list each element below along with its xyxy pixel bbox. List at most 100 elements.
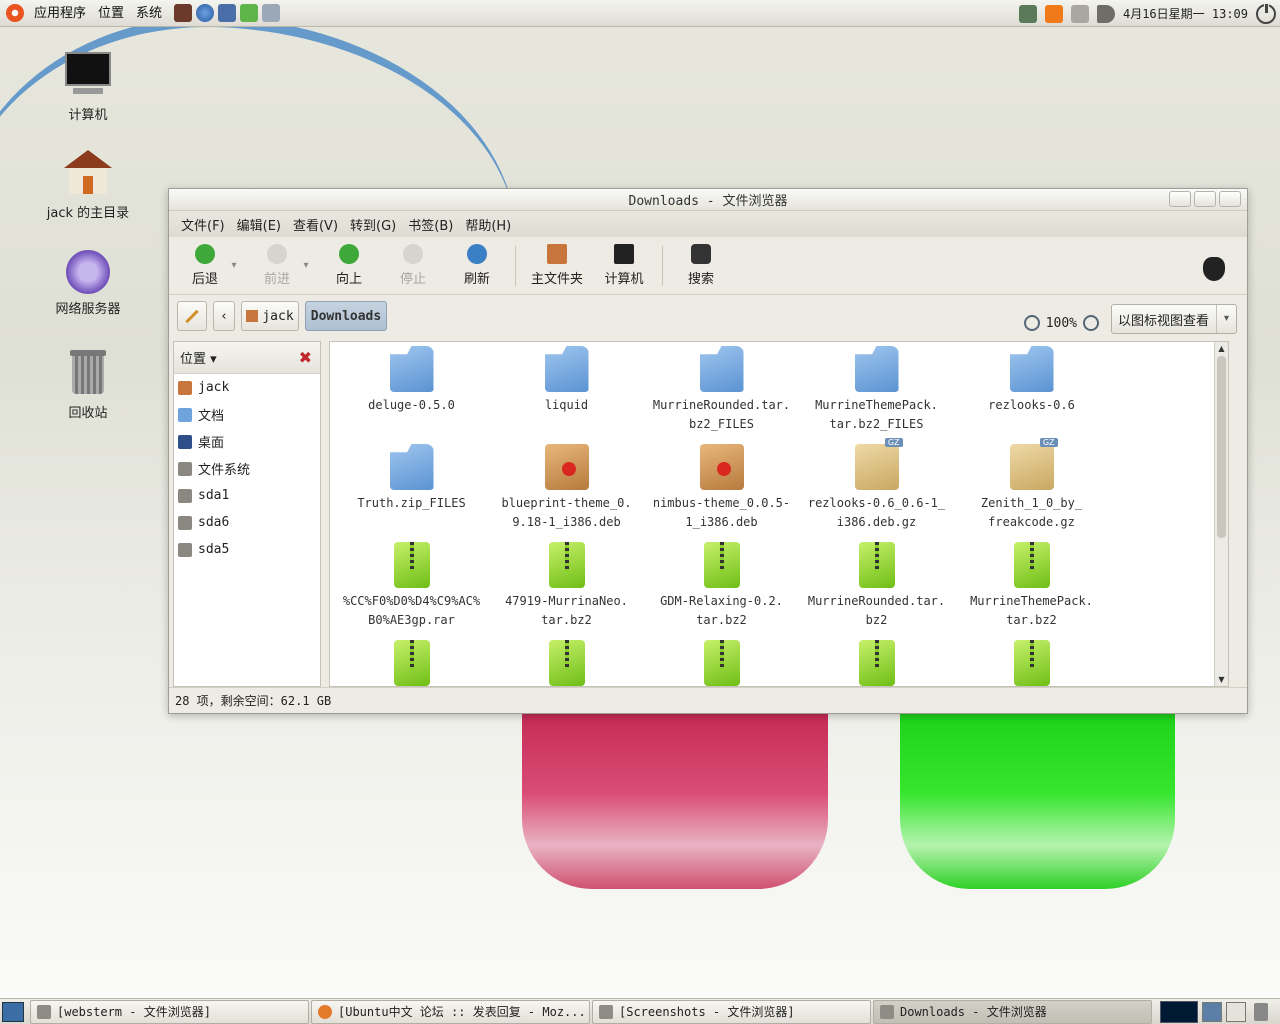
workspace-1[interactable] <box>1202 1001 1222 1022</box>
drive-icon <box>178 542 192 557</box>
folder-icon <box>389 346 434 392</box>
terminal-launcher-icon[interactable] <box>174 4 193 22</box>
home-folder-button[interactable]: 主文件夹 <box>522 244 592 287</box>
music-launcher-icon[interactable] <box>240 4 259 22</box>
file-item[interactable] <box>799 640 954 686</box>
sidebar-item-sda6[interactable]: sda6 <box>174 509 320 536</box>
path-scroll-left-button[interactable]: ‹ <box>213 301 235 331</box>
back-history-dropdown[interactable]: ▾ <box>227 260 241 271</box>
file-item[interactable]: Zenith_1_0_by_ freakcode.gz <box>954 438 1109 532</box>
search-button[interactable]: 搜索 <box>669 244 733 287</box>
chevron-down-icon: ▾ <box>210 352 217 367</box>
file-item[interactable]: liquid <box>489 346 644 415</box>
file-item[interactable] <box>489 640 644 686</box>
volume-icon[interactable] <box>1096 4 1115 23</box>
sidebar-item-filesystem[interactable]: 文件系统 <box>174 455 320 482</box>
trash-applet-icon[interactable] <box>1254 1002 1268 1021</box>
file-item[interactable]: MurrineThemePack. tar.bz2 <box>954 542 1109 630</box>
browser-launcher-icon[interactable] <box>196 4 215 22</box>
taskbar-item-downloads[interactable]: Downloads - 文件浏览器 <box>873 999 1152 1024</box>
file-item[interactable]: Truth.zip_FILES <box>334 444 489 513</box>
minimize-button[interactable] <box>1169 191 1191 207</box>
places-menu[interactable]: 位置 <box>92 0 130 27</box>
vertical-scrollbar[interactable]: ▲ ▼ <box>1214 342 1228 686</box>
menu-bookmarks[interactable]: 书签(B) <box>402 215 459 234</box>
computer-button[interactable]: 计算机 <box>592 244 656 287</box>
file-item[interactable]: GDM-Relaxing-0.2. tar.bz2 <box>644 542 799 630</box>
sidebar-item-desktop[interactable]: 桌面 <box>174 428 320 455</box>
window-titlebar[interactable]: Downloads - 文件浏览器 <box>169 189 1247 211</box>
stop-button[interactable]: 停止 <box>381 244 445 287</box>
zoom-in-icon[interactable] <box>1083 315 1099 331</box>
update-notifier-icon[interactable] <box>1044 4 1063 23</box>
trash-icon <box>64 350 112 398</box>
file-item[interactable] <box>334 640 489 686</box>
file-icon-view[interactable]: deluge-0.5.0 liquid MurrineRounded.tar. bz… <box>329 341 1229 687</box>
file-item[interactable]: %CC%F0%D0%D4%C9%AC% B0%AE3gp.rar <box>334 542 489 630</box>
desktop-icon-trash[interactable]: 回收站 <box>28 350 148 421</box>
close-button[interactable] <box>1219 191 1241 207</box>
zoom-out-icon[interactable] <box>1023 315 1040 331</box>
close-sidebar-icon[interactable]: ✖ <box>299 348 312 367</box>
edit-location-button[interactable] <box>177 301 207 331</box>
chevron-down-icon: ▾ <box>1216 305 1236 333</box>
view-mode-select[interactable]: 以图标视图查看 ▾ <box>1111 304 1237 334</box>
archive-icon <box>703 640 740 686</box>
power-icon[interactable] <box>1256 2 1276 24</box>
file-item[interactable] <box>954 640 1109 686</box>
file-item[interactable] <box>644 640 799 686</box>
desktop-icon-home[interactable]: jack 的主目录 <box>28 150 148 221</box>
taskbar-item-firefox[interactable]: [Ubuntu中文 论坛 :: 发表回复 - Moz... <box>311 999 590 1024</box>
up-button[interactable]: 向上 <box>317 244 381 287</box>
printer-icon[interactable] <box>1070 4 1089 23</box>
image-editor-launcher-icon[interactable] <box>218 4 237 22</box>
sidebar-type-select[interactable]: 位置 ▾ <box>180 348 217 367</box>
menu-edit[interactable]: 编辑(E) <box>231 215 287 234</box>
file-item[interactable]: MurrineRounded.tar. bz2_FILES <box>644 346 799 434</box>
scrollbar-thumb[interactable] <box>1217 356 1226 538</box>
sidebar-item-jack[interactable]: jack <box>174 374 320 401</box>
sidebar-item-documents[interactable]: 文档 <box>174 401 320 428</box>
taskbar-item-websterm[interactable]: [websterm - 文件浏览器] <box>30 999 309 1024</box>
chevron-left-icon: ‹ <box>220 308 228 324</box>
sidebar-item-sda1[interactable]: sda1 <box>174 482 320 509</box>
show-desktop-icon[interactable] <box>2 1001 24 1022</box>
file-item[interactable]: blueprint-theme_0. 9.18-1_i386.deb <box>489 444 644 532</box>
system-menu[interactable]: 系统 <box>130 0 168 27</box>
path-button-downloads[interactable]: Downloads <box>305 301 387 331</box>
menu-view[interactable]: 查看(V) <box>287 215 344 234</box>
messenger-launcher-icon[interactable] <box>262 4 281 22</box>
maximize-button[interactable] <box>1194 191 1216 207</box>
menu-help[interactable]: 帮助(H) <box>459 215 517 234</box>
file-name: liquid <box>544 398 589 412</box>
sidebar-item-label: sda6 <box>198 515 230 530</box>
applications-menu[interactable]: 应用程序 <box>28 0 92 27</box>
workspace-2[interactable] <box>1226 1001 1246 1022</box>
forward-history-dropdown[interactable]: ▾ <box>299 260 313 271</box>
taskbar-item-screenshots[interactable]: [Screenshots - 文件浏览器] <box>592 999 871 1024</box>
file-item[interactable]: 47919-MurrinaNeo. tar.bz2 <box>489 542 644 630</box>
file-item[interactable]: rezlooks-0.6_0.6-1_ i386.deb.gz <box>799 438 954 532</box>
folder-icon <box>389 444 434 490</box>
file-item[interactable]: MurrineThemePack. tar.bz2_FILES <box>799 346 954 434</box>
desktop-icon-computer[interactable]: 计算机 <box>28 52 148 123</box>
file-item[interactable]: nimbus-theme_0.0.5- 1_i386.deb <box>644 444 799 532</box>
clock[interactable]: 4月16日星期一 13:09 <box>1123 5 1248 22</box>
path-button-label: jack <box>262 308 294 324</box>
places-sidebar: 位置 ▾ ✖ jack 文档 桌面 文件系统 sda1 sda6 sda5 <box>173 341 321 687</box>
file-item[interactable]: deluge-0.5.0 <box>334 346 489 415</box>
path-button-jack[interactable]: jack <box>241 301 299 331</box>
file-item[interactable]: MurrineRounded.tar. bz2 <box>799 542 954 630</box>
desktop-icon-network[interactable]: 网络服务器 <box>28 250 148 317</box>
scroll-up-arrow-icon[interactable]: ▲ <box>1215 342 1228 355</box>
file-item[interactable]: rezlooks-0.6 <box>954 346 1109 415</box>
reload-button[interactable]: 刷新 <box>445 244 509 287</box>
ubuntu-logo-icon[interactable] <box>6 4 24 22</box>
home-folder-label: 主文件夹 <box>530 272 583 287</box>
network-status-icon[interactable] <box>1018 4 1037 23</box>
sidebar-item-sda5[interactable]: sda5 <box>174 536 320 563</box>
system-monitor-applet[interactable] <box>1160 1000 1198 1023</box>
menu-file[interactable]: 文件(F) <box>175 215 231 234</box>
menu-go[interactable]: 转到(G) <box>344 215 402 234</box>
scroll-down-arrow-icon[interactable]: ▼ <box>1215 673 1228 686</box>
